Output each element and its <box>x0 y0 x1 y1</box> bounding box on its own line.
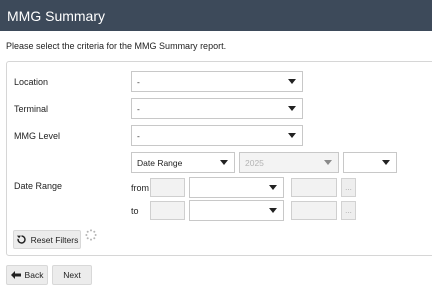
chevron-down-icon <box>269 208 277 213</box>
date-range-type-select[interactable]: Date Range <box>131 152 235 173</box>
reset-filters-button[interactable]: Reset Filters <box>13 230 81 249</box>
reset-filters-label: Reset Filters <box>30 234 79 245</box>
to-year-input[interactable] <box>291 201 337 220</box>
chevron-down-icon <box>288 106 296 111</box>
location-select[interactable]: - <box>131 71 303 92</box>
location-value: - <box>137 76 140 87</box>
arrow-left-icon <box>10 271 21 279</box>
chevron-down-icon <box>220 160 228 165</box>
from-month-select[interactable] <box>189 177 284 198</box>
back-button[interactable]: Back <box>6 265 48 285</box>
from-date-picker-button[interactable]: ... <box>341 178 356 197</box>
page-title: MMG Summary <box>0 0 432 31</box>
location-label: Location <box>14 77 49 87</box>
mmg-level-label: MMG Level <box>14 131 61 141</box>
year-select[interactable]: 2025 <box>239 152 339 173</box>
next-button[interactable]: Next <box>52 265 92 285</box>
mmg-level-value: - <box>137 130 140 141</box>
chevron-down-icon <box>382 160 390 165</box>
to-month-select[interactable] <box>189 200 284 221</box>
back-label: Back <box>24 270 44 280</box>
date-range-label: Date Range <box>14 181 63 191</box>
terminal-value: - <box>137 103 140 114</box>
terminal-label: Terminal <box>14 104 49 114</box>
mmg-level-select[interactable]: - <box>131 125 303 146</box>
to-label: to <box>131 206 139 216</box>
instructions-text: Please select the criteria for the MMG S… <box>6 41 227 51</box>
to-day-input[interactable] <box>150 201 185 220</box>
chevron-down-icon <box>269 185 277 190</box>
from-day-input[interactable] <box>150 178 185 197</box>
chevron-down-icon <box>288 79 296 84</box>
year-value: 2025 <box>245 157 264 168</box>
loading-spinner-icon <box>85 229 97 241</box>
terminal-select[interactable]: - <box>131 98 303 119</box>
from-label: from <box>131 183 149 193</box>
chevron-down-icon <box>324 160 332 165</box>
next-label: Next <box>63 270 81 280</box>
from-year-input[interactable] <box>291 178 337 197</box>
period-select[interactable] <box>343 152 397 173</box>
date-range-type-value: Date Range <box>137 157 183 168</box>
reset-icon <box>16 235 26 244</box>
to-date-picker-button[interactable]: ... <box>341 201 356 220</box>
chevron-down-icon <box>288 133 296 138</box>
